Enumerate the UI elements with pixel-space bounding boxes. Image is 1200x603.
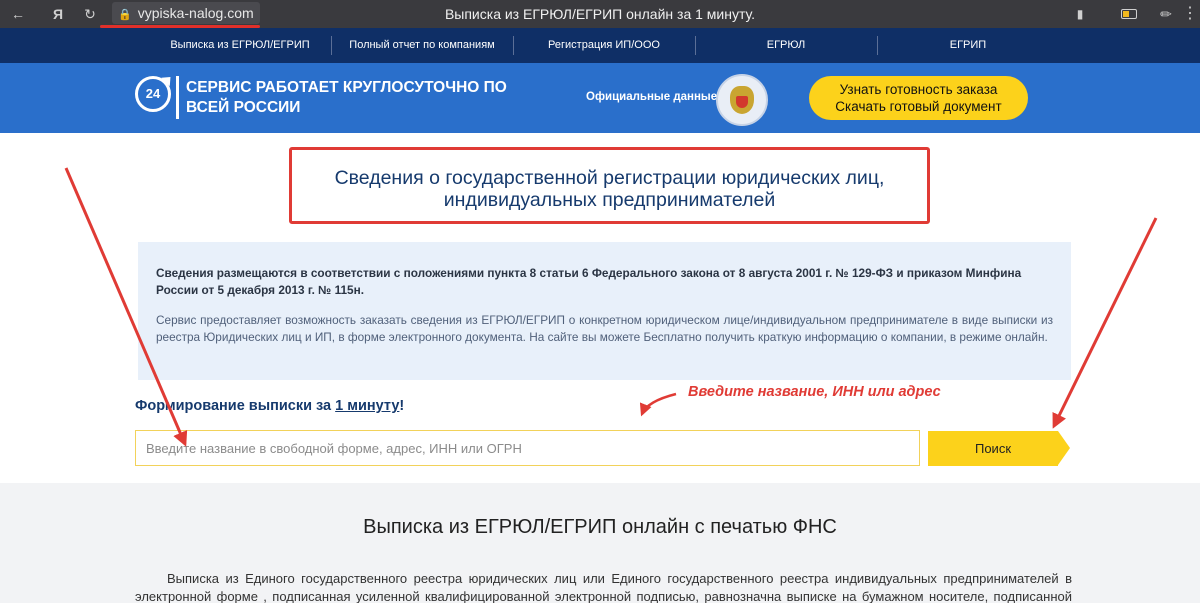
clock-24-icon: 24 — [135, 76, 171, 112]
yandex-icon[interactable]: Я — [48, 4, 68, 24]
search-button[interactable]: Поиск — [928, 431, 1070, 466]
form-title-suffix: ! — [399, 398, 405, 414]
input-hint-annotation: Введите название, ИНН или адрес — [688, 384, 941, 400]
company-search-input[interactable] — [135, 430, 920, 466]
form-title-prefix: Формирование выписки за — [135, 398, 336, 414]
form-title: Формирование выписки за 1 минуту! — [135, 398, 404, 414]
official-data-label: Официальные данные — [586, 91, 718, 103]
nav-item-egrul[interactable]: ЕГРЮЛ — [696, 28, 876, 63]
nav-item-full-report[interactable]: Полный отчет по компаниям — [332, 28, 512, 63]
shield-icon — [736, 96, 748, 108]
headline-box: Сведения о государственной регистрации ю… — [289, 147, 930, 224]
fns-emblem-logo — [716, 74, 768, 126]
nav-item-registration[interactable]: Регистрация ИП/ООО — [514, 28, 694, 63]
description-section: Выписка из ЕГРЮЛ/ЕГРИП онлайн с печатью … — [0, 483, 1200, 603]
back-arrow-icon[interactable]: ← — [8, 4, 28, 24]
extensions-icon[interactable]: ✏ — [1156, 4, 1176, 24]
section-title: Выписка из ЕГРЮЛ/ЕГРИП онлайн с печатью … — [363, 516, 837, 538]
browser-bar: Выписка из ЕГРЮЛ/ЕГРИП онлайн за 1 минут… — [0, 0, 1200, 28]
url-text: vypiska-nalog.com — [137, 5, 254, 21]
one-minute-link[interactable]: 1 минуту — [335, 398, 399, 414]
address-bar[interactable]: 🔒 vypiska-nalog.com — [112, 2, 260, 24]
bookmark-icon[interactable]: ▮ — [1070, 4, 1090, 24]
reload-icon[interactable]: ↻ — [80, 4, 100, 24]
order-status-button[interactable]: Узнать готовность заказа Скачать готовый… — [809, 76, 1028, 120]
banner-divider — [176, 76, 179, 119]
top-navigation: Выписка из ЕГРЮЛ/ЕГРИП Полный отчет по к… — [0, 28, 1200, 63]
menu-icon[interactable]: ⋮ — [1180, 4, 1200, 24]
nav-item-vypiska[interactable]: Выписка из ЕГРЮЛ/ЕГРИП — [150, 28, 330, 63]
service-description-text: Сервис предоставляет возможность заказат… — [156, 313, 1053, 344]
legal-basis-text: Сведения размещаются в соответствии с по… — [156, 266, 1022, 297]
battery-icon — [1121, 9, 1137, 19]
cta-line-2: Скачать готовый документ — [835, 99, 1002, 114]
nav-item-egrip[interactable]: ЕГРИП — [878, 28, 1058, 63]
banner-slogan: СЕРВИС РАБОТАЕТ КРУГЛОСУТОЧНО ПО ВСЕЙ РО… — [186, 79, 507, 116]
hero-banner: 24 СЕРВИС РАБОТАЕТ КРУГЛОСУТОЧНО ПО ВСЕЙ… — [0, 63, 1200, 133]
section-text: Выписка из Единого государственного реес… — [135, 571, 1072, 603]
info-box: Сведения размещаются в соответствии с по… — [138, 242, 1071, 380]
curved-hint-arrow — [639, 392, 677, 417]
cta-line-1: Узнать готовность заказа — [839, 82, 998, 97]
page-title: Сведения о государственной регистрации ю… — [334, 167, 885, 211]
lock-icon: 🔒 — [118, 9, 132, 21]
